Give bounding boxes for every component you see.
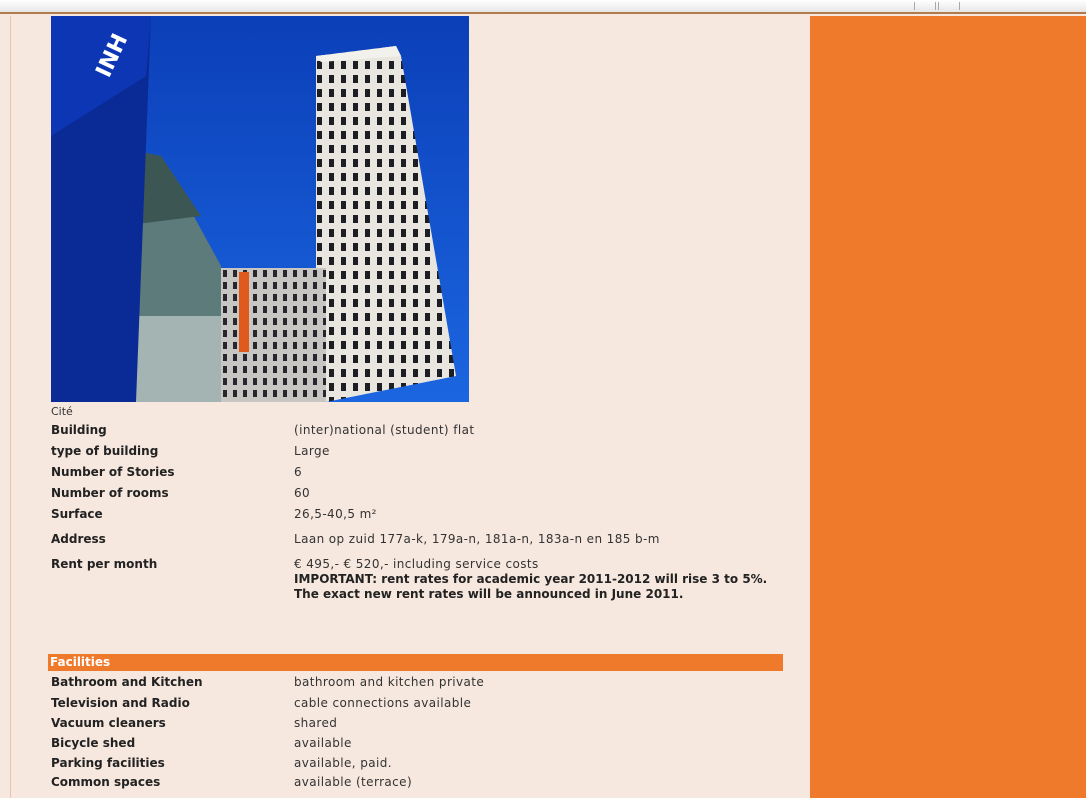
facilities-header: Facilities	[48, 654, 783, 671]
facility-label: Vacuum cleaners	[51, 716, 166, 730]
detail-value: Large	[294, 444, 330, 458]
detail-row-rent: Rent per month € 495,- € 520,- including…	[51, 557, 791, 607]
detail-label: Rent per month	[51, 557, 158, 571]
facility-row-bathroom-kitchen: Bathroom and Kitchen bathroom and kitche…	[51, 675, 791, 695]
facility-label: Bicycle shed	[51, 736, 136, 750]
facility-value: shared	[294, 716, 338, 730]
detail-label: Number of rooms	[51, 486, 169, 500]
detail-label: Address	[51, 532, 106, 546]
facility-row-tv-radio: Television and Radio cable connections a…	[51, 696, 791, 716]
detail-value: € 495,- € 520,- including service costs …	[294, 557, 794, 602]
main-content: INH Cité Building (inter)national (stude…	[10, 16, 810, 798]
building-photo: INH	[51, 16, 469, 402]
rent-value: € 495,- € 520,- including service costs	[294, 557, 539, 571]
facility-label: Television and Radio	[51, 696, 190, 710]
detail-value: (inter)national (student) flat	[294, 423, 475, 437]
detail-value: Laan op zuid 177a-k, 179a-n, 181a-n, 183…	[294, 532, 660, 546]
photo-caption: Cité	[51, 405, 73, 418]
detail-label: Surface	[51, 507, 103, 521]
facility-label: Common spaces	[51, 775, 161, 789]
facility-value: available	[294, 736, 352, 750]
facility-row-bicycle: Bicycle shed available	[51, 736, 791, 756]
facility-row-common-spaces: Common spaces available (terrace)	[51, 775, 791, 795]
detail-row-stories: Number of Stories 6	[51, 465, 791, 485]
facility-value: available (terrace)	[294, 775, 413, 789]
detail-value: 6	[294, 465, 303, 479]
detail-row-address: Address Laan op zuid 177a-k, 179a-n, 181…	[51, 532, 791, 552]
facility-value: cable connections available	[294, 696, 472, 710]
detail-value: 60	[294, 486, 311, 500]
facility-label: Bathroom and Kitchen	[51, 675, 203, 689]
toolbar-divider	[914, 2, 936, 10]
detail-row-building: Building (inter)national (student) flat	[51, 423, 791, 443]
detail-label: Number of Stories	[51, 465, 175, 479]
detail-value: 26,5-40,5 m²	[294, 507, 377, 521]
facility-value: bathroom and kitchen private	[294, 675, 485, 689]
facility-row-parking: Parking facilities available, paid.	[51, 756, 791, 776]
detail-row-surface: Surface 26,5-40,5 m²	[51, 507, 791, 527]
detail-row-rooms: Number of rooms 60	[51, 486, 791, 506]
detail-row-type: type of building Large	[51, 444, 791, 464]
facility-label: Parking facilities	[51, 756, 165, 770]
detail-label: Building	[51, 423, 107, 437]
facility-value: available, paid.	[294, 756, 392, 770]
toolbar-divider	[938, 2, 960, 10]
facility-row-vacuum: Vacuum cleaners shared	[51, 716, 791, 736]
detail-label: type of building	[51, 444, 159, 458]
rent-important-note: IMPORTANT: rent rates for academic year …	[294, 572, 768, 601]
window-top-bar	[0, 0, 1086, 14]
orange-sidebar	[810, 16, 1086, 798]
